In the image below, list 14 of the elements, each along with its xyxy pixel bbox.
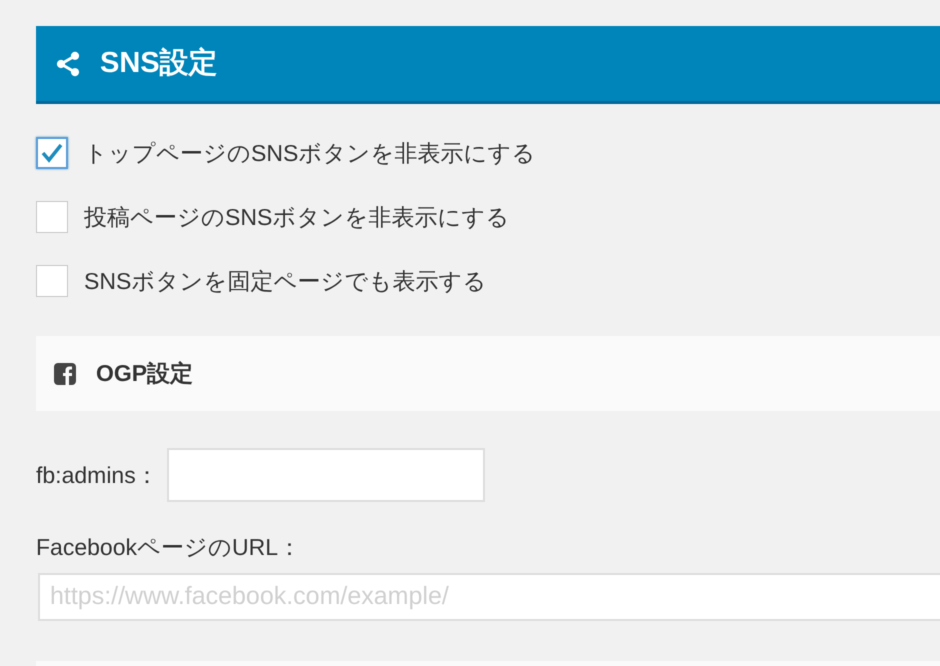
share-icon <box>54 50 82 78</box>
field-label: fb:admins： <box>36 460 159 490</box>
facebook-icon <box>54 362 76 384</box>
checkbox[interactable] <box>36 137 68 169</box>
section-title: SNS設定 <box>100 46 218 81</box>
option-label: トップページのSNSボタンを非表示にする <box>84 138 536 168</box>
field-label: FacebookページのURL： <box>36 533 302 562</box>
input-field[interactable] <box>166 448 485 502</box>
subsection-title: OGP設定 <box>96 359 194 388</box>
checkbox[interactable] <box>36 265 68 297</box>
checkmark-icon <box>41 143 63 163</box>
checkbox[interactable] <box>36 201 68 233</box>
option-label: 投稿ページのSNSボタンを非表示にする <box>84 202 510 232</box>
option-label: SNSボタンを固定ページでも表示する <box>84 266 486 296</box>
